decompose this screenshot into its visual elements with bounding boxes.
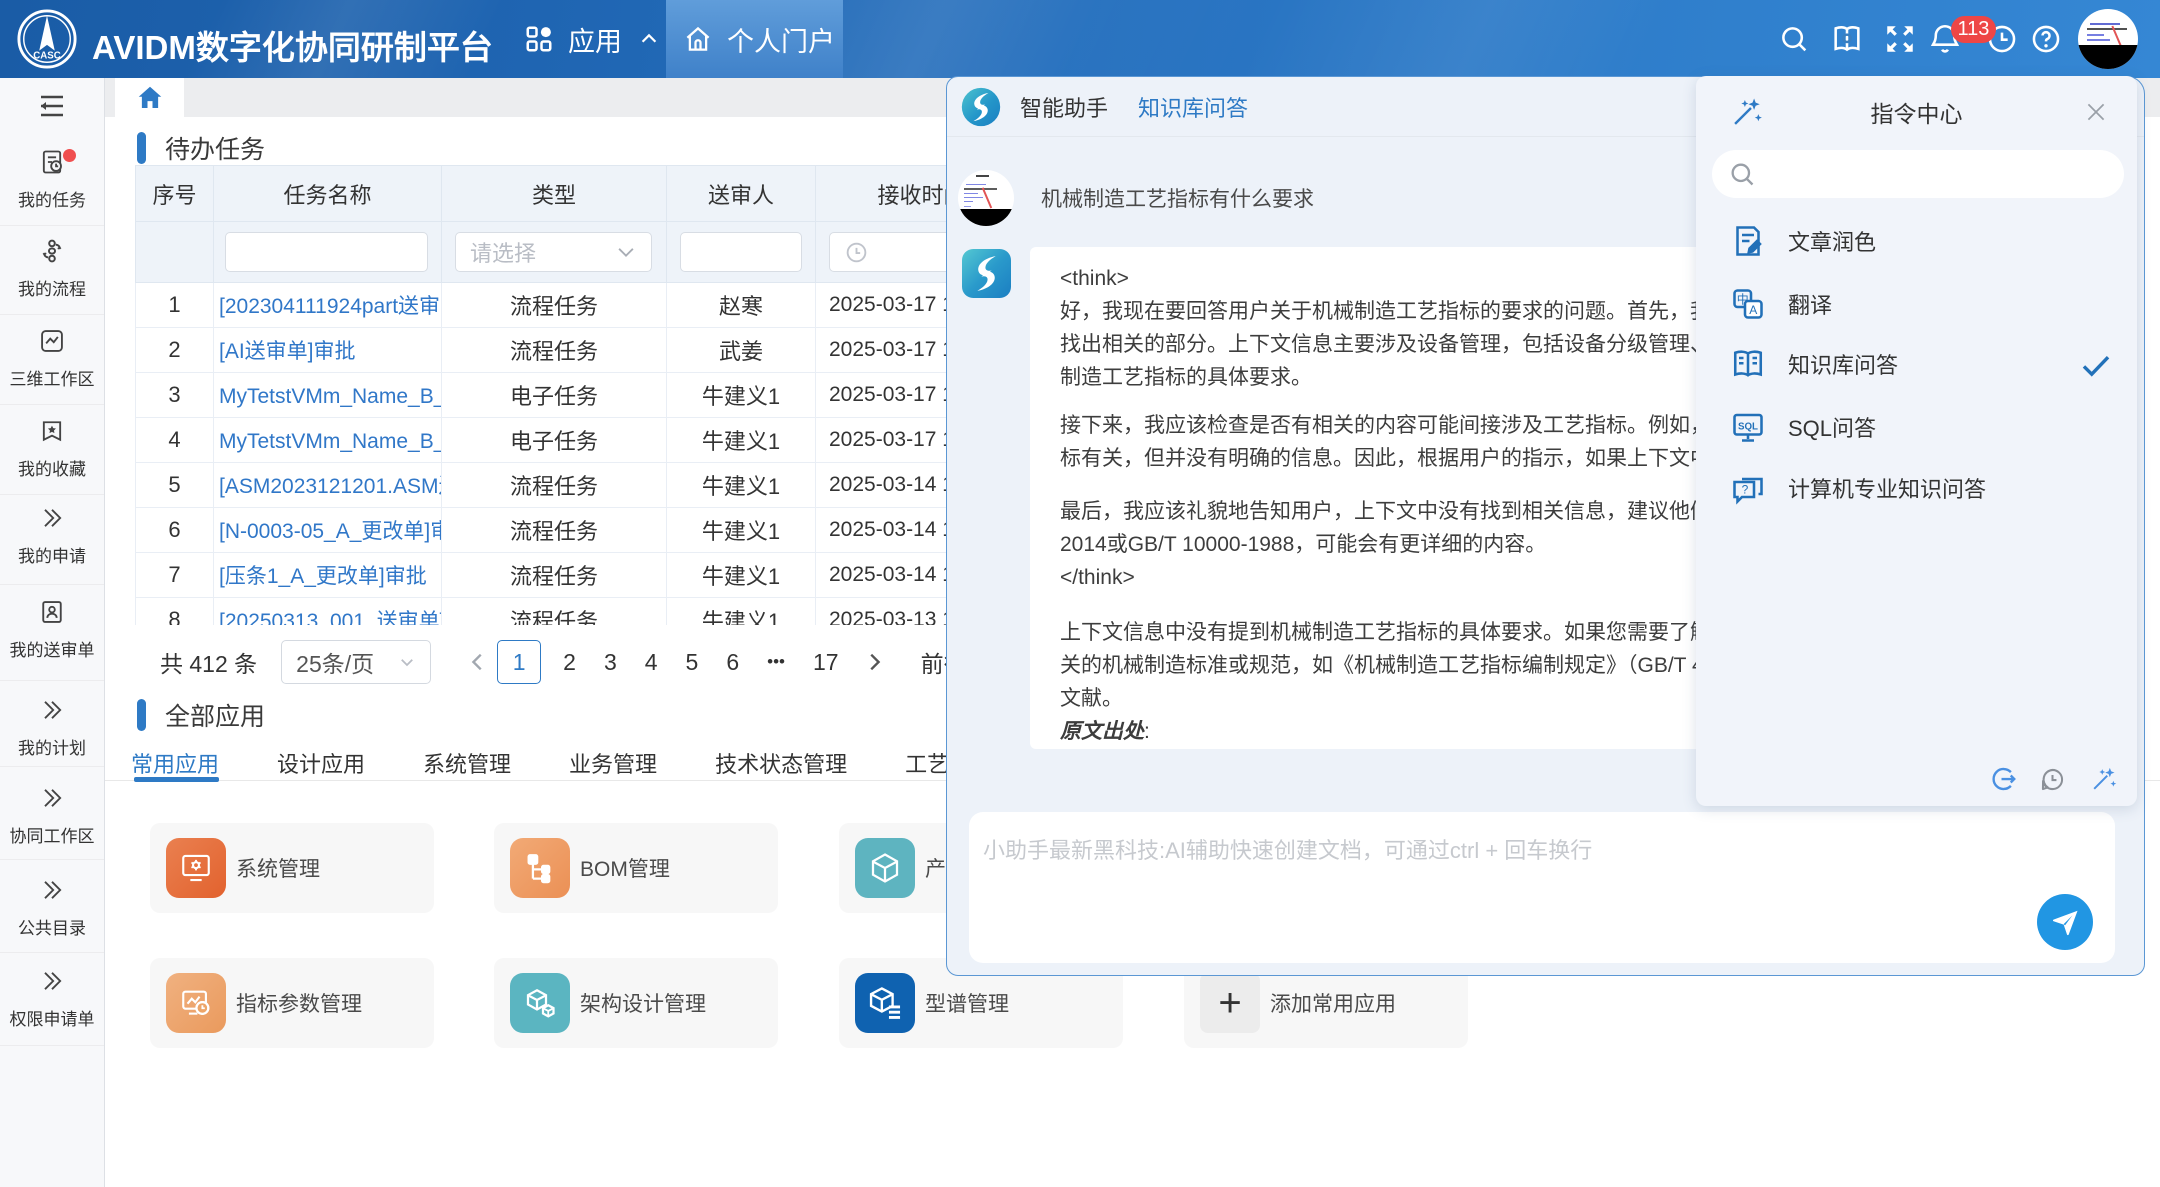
- svg-text:A: A: [1749, 303, 1757, 317]
- svg-text:?: ?: [1742, 482, 1749, 496]
- svg-text:SQL: SQL: [1738, 421, 1758, 432]
